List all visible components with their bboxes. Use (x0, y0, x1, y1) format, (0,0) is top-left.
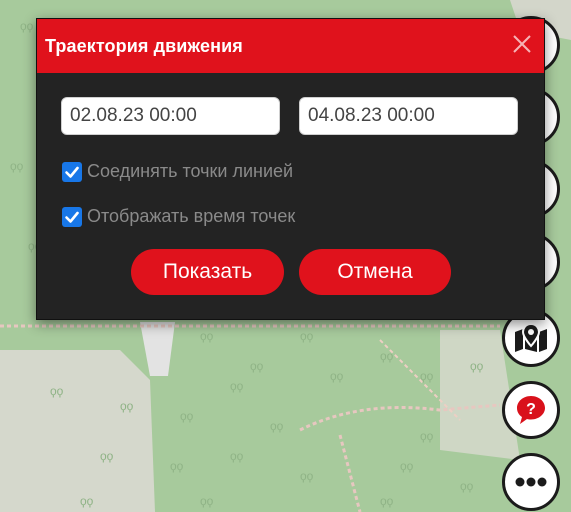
svg-text:?: ? (526, 401, 536, 418)
map-marker-icon (515, 322, 547, 352)
show-times-option[interactable]: Отображать время точек (62, 206, 295, 227)
svg-text:ϙϙ: ϙϙ (460, 479, 474, 493)
close-icon[interactable] (510, 32, 534, 56)
svg-text:ϙϙ: ϙϙ (270, 419, 284, 433)
connect-points-checkbox[interactable] (62, 161, 82, 182)
help-button[interactable]: ? (502, 381, 560, 439)
svg-text:ϙϙ: ϙϙ (50, 384, 64, 398)
show-times-checkbox[interactable] (62, 206, 82, 227)
svg-text:ϙϙ: ϙϙ (380, 494, 394, 508)
svg-text:ϙϙ: ϙϙ (470, 359, 484, 373)
svg-text:ϙϙ: ϙϙ (330, 369, 344, 383)
svg-text:ϙϙ: ϙϙ (120, 399, 134, 413)
svg-text:ϙϙ: ϙϙ (180, 409, 194, 423)
dialog-header: Траектория движения (37, 19, 544, 73)
question-icon: ? (517, 396, 545, 424)
svg-text:ϙϙ: ϙϙ (400, 459, 414, 473)
checkmark-icon (65, 211, 79, 223)
date-from-input[interactable] (61, 97, 280, 135)
svg-text:ϙϙ: ϙϙ (250, 359, 264, 373)
more-icon (515, 477, 547, 487)
svg-text:ϙϙ: ϙϙ (20, 19, 34, 33)
svg-text:ϙϙ: ϙϙ (300, 329, 314, 343)
svg-text:ϙϙ: ϙϙ (420, 369, 434, 383)
connect-points-label: Соединять точки линией (87, 161, 294, 181)
svg-text:ϙϙ: ϙϙ (80, 494, 94, 508)
show-button[interactable]: Показать (131, 249, 284, 295)
show-times-label: Отображать время точек (87, 206, 296, 226)
cancel-button[interactable]: Отмена (299, 249, 451, 295)
checkmark-icon (65, 166, 79, 178)
svg-text:ϙϙ: ϙϙ (420, 429, 434, 443)
svg-text:ϙϙ: ϙϙ (380, 349, 394, 363)
svg-text:ϙϙ: ϙϙ (230, 449, 244, 463)
svg-text:ϙϙ: ϙϙ (200, 329, 214, 343)
svg-text:ϙϙ: ϙϙ (10, 159, 24, 173)
date-to-input[interactable] (299, 97, 518, 135)
svg-text:ϙϙ: ϙϙ (170, 459, 184, 473)
more-button[interactable] (502, 453, 560, 511)
svg-text:ϙϙ: ϙϙ (300, 469, 314, 483)
svg-text:ϙϙ: ϙϙ (100, 449, 114, 463)
svg-text:ϙϙ: ϙϙ (230, 379, 244, 393)
svg-text:ϙϙ: ϙϙ (200, 494, 214, 508)
dialog-title: Траектория движения (45, 36, 243, 56)
connect-points-option[interactable]: Соединять точки линией (62, 161, 293, 182)
trajectory-dialog: Траектория движения Соединять точки лини… (36, 18, 545, 320)
